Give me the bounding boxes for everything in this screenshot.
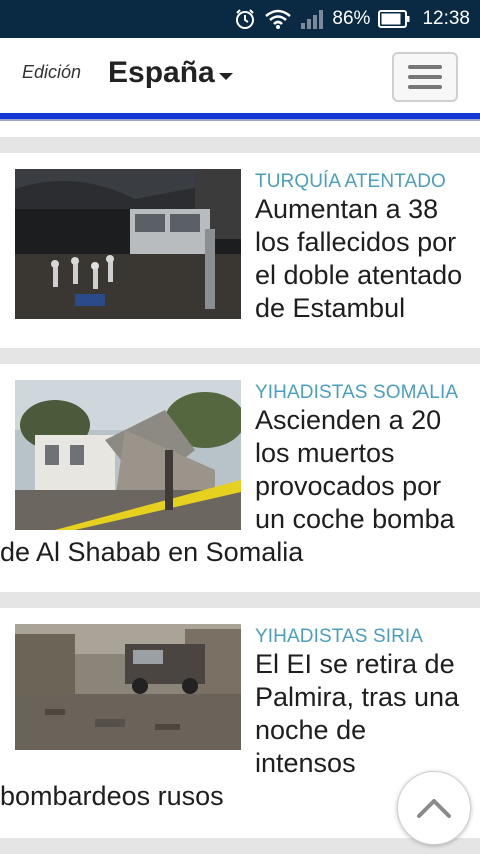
edition-dropdown[interactable]: España — [108, 56, 233, 90]
separator — [0, 838, 480, 854]
photo-istanbul-attack — [15, 169, 241, 319]
scroll-to-top-button[interactable] — [397, 771, 471, 845]
status-bar: 86% 12:38 — [0, 0, 480, 38]
article-thumbnail[interactable] — [15, 169, 241, 319]
article-card[interactable]: YIHADISTAS SOMALIA Ascienden a 20 los mu… — [0, 364, 480, 592]
header-divider — [0, 119, 480, 121]
article-thumbnail[interactable] — [15, 624, 241, 774]
edition-value: España — [108, 56, 215, 89]
article-card[interactable]: TURQUÍA ATENTADO Aumentan a 38 los falle… — [0, 153, 480, 348]
battery-icon — [378, 10, 410, 28]
article-thumbnail[interactable] — [15, 380, 241, 530]
chevron-up-icon — [417, 799, 451, 818]
photo-palmira-ruins — [15, 624, 241, 750]
site-header: Edición España — [0, 38, 480, 118]
separator — [0, 592, 480, 608]
separator — [0, 348, 480, 364]
separator — [0, 137, 480, 153]
hamburger-icon — [408, 65, 442, 69]
caret-down-icon — [218, 72, 233, 80]
alarm-icon — [234, 8, 256, 30]
signal-icon — [300, 9, 324, 29]
clock: 12:38 — [422, 8, 470, 29]
menu-button[interactable] — [392, 52, 458, 102]
battery-percent: 86% — [332, 8, 371, 29]
photo-somalia-bombing — [15, 380, 241, 530]
edition-label: Edición — [22, 62, 82, 82]
wifi-icon — [264, 8, 292, 30]
